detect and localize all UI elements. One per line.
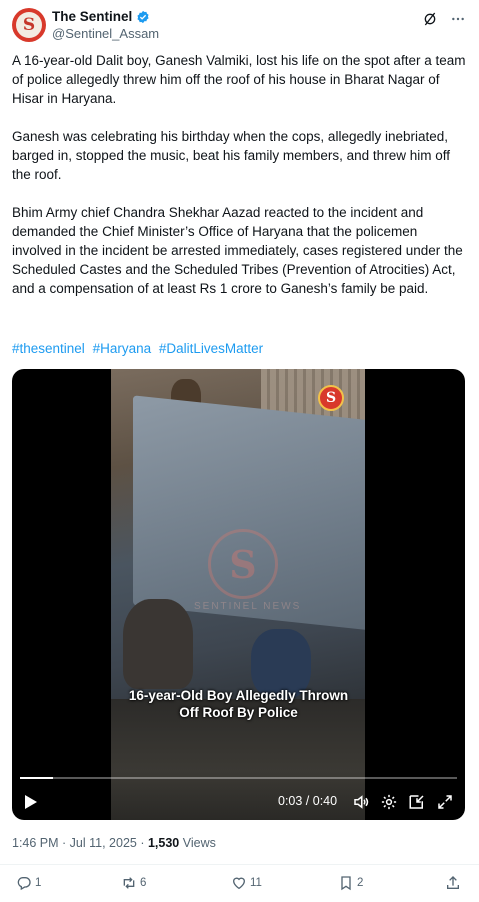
share-icon	[447, 876, 459, 889]
bookmark-count: 2	[357, 877, 364, 889]
more-icon[interactable]	[449, 10, 467, 28]
hashtags: #thesentinel #Haryana #DalitLivesMatter	[12, 339, 267, 358]
fullscreen-icon[interactable]	[436, 793, 454, 811]
play-icon[interactable]	[24, 794, 38, 810]
repost-icon	[123, 877, 135, 889]
views-count: 1,530	[147, 836, 180, 850]
handle[interactable]: @Sentinel_Assam	[52, 26, 159, 41]
hashtag-link[interactable]: #Haryana	[93, 341, 152, 356]
like-icon	[232, 877, 246, 890]
caption-line: 16-year-Old Boy Allegedly Thrown	[128, 688, 349, 703]
channel-logo: S	[318, 385, 344, 411]
like-count: 11	[250, 877, 262, 889]
divider	[0, 864, 479, 865]
verified-badge-icon	[137, 10, 149, 23]
video-caption: 16-year-Old Boy Allegedly Thrown Off Roo…	[12, 687, 465, 721]
video-progress-bar[interactable]	[20, 777, 457, 779]
like-button[interactable]: 11	[231, 875, 262, 891]
reply-icon	[17, 877, 31, 891]
tweet-date[interactable]: Jul 11, 2025	[70, 836, 137, 850]
pip-icon[interactable]	[408, 793, 426, 811]
video-time: 0:03 / 0:40	[278, 794, 338, 808]
bookmark-button[interactable]: 2	[338, 875, 363, 891]
repost-count: 6	[140, 877, 147, 889]
grok-icon[interactable]	[421, 10, 439, 28]
tweet-meta: 1:46 PM · Jul 11, 2025 · 1,530 Views	[12, 836, 216, 850]
views-label: Views	[182, 836, 216, 850]
meta-separator: ·	[58, 836, 70, 850]
watermark-logo: S	[208, 529, 278, 599]
meta-separator: ·	[136, 836, 148, 850]
tweet-header: S The Sentinel @Sentinel_Assam	[12, 6, 467, 42]
avatar-logo: S	[16, 12, 42, 38]
avatar[interactable]: S	[12, 8, 46, 42]
tweet-paragraph: Ganesh was celebrating his birthday when…	[12, 129, 450, 182]
tweet-time[interactable]: 1:46 PM	[12, 836, 59, 850]
hashtag-link[interactable]: #thesentinel	[12, 341, 85, 356]
tweet-paragraph: A 16-year-old Dalit boy, Ganesh Valmiki,…	[12, 53, 466, 106]
display-name[interactable]: The Sentinel	[52, 9, 132, 24]
share-button[interactable]	[445, 875, 464, 891]
tweet-paragraph: Bhim Army chief Chandra Shekhar Aazad re…	[12, 205, 463, 296]
video-progress-fill	[20, 777, 53, 779]
volume-icon[interactable]	[352, 793, 370, 811]
bookmark-icon	[341, 876, 351, 891]
reply-count: 1	[35, 877, 42, 889]
reply-button[interactable]: 1	[16, 875, 41, 891]
video-controls: 0:03 / 0:40	[12, 791, 465, 813]
tweet-body: A 16-year-old Dalit boy, Ganesh Valmiki,…	[12, 51, 467, 317]
hashtag-link[interactable]: #DalitLivesMatter	[159, 341, 263, 356]
watermark-text: SENTINEL NEWS	[194, 601, 302, 612]
video-player[interactable]: S S SENTINEL NEWS 16-year-Old Boy Allege…	[12, 369, 465, 820]
settings-icon[interactable]	[380, 793, 398, 811]
caption-line: Off Roof By Police	[179, 705, 298, 720]
repost-button[interactable]: 6	[121, 875, 146, 891]
action-bar: 1 6 11 2	[0, 875, 479, 895]
